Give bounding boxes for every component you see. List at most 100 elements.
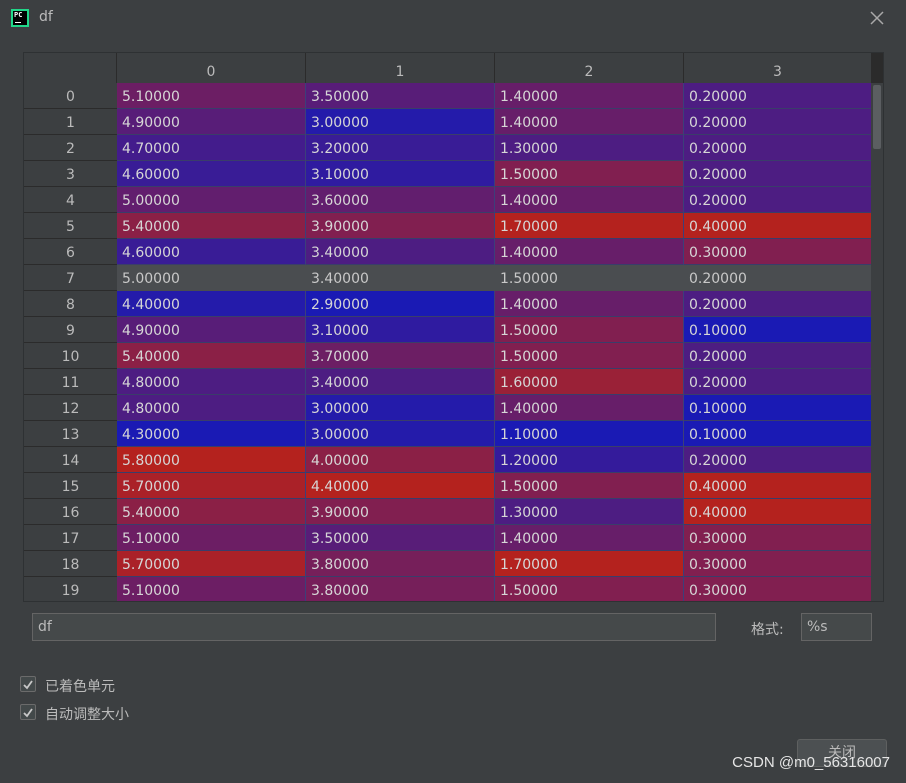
table-cell[interactable]: 3.40000 (306, 239, 495, 265)
table-cell[interactable]: 0.20000 (684, 369, 872, 395)
table-cell[interactable]: 1.50000 (495, 265, 684, 291)
vertical-scrollbar[interactable] (871, 83, 883, 601)
table-cell[interactable]: 5.10000 (117, 83, 306, 109)
table-cell[interactable]: 5.00000 (117, 187, 306, 213)
table-cell[interactable]: 1.40000 (495, 291, 684, 317)
close-icon[interactable] (868, 9, 886, 27)
table-cell[interactable]: 1.50000 (495, 343, 684, 369)
table-cell[interactable]: 1.20000 (495, 447, 684, 473)
table-cell[interactable]: 3.90000 (306, 499, 495, 525)
format-input[interactable] (801, 613, 872, 641)
colored-cells-option[interactable]: 已着色单元 (20, 676, 150, 695)
table-cell[interactable]: 4.60000 (117, 161, 306, 187)
table-cell[interactable]: 1.70000 (495, 213, 684, 239)
table-row[interactable]: 18 5.70000 3.80000 1.70000 0.30000 (24, 551, 872, 577)
table-cell[interactable]: 1.10000 (495, 421, 684, 447)
table-cell[interactable]: 4.70000 (117, 135, 306, 161)
table-row[interactable]: 10 5.40000 3.70000 1.50000 0.20000 (24, 343, 872, 369)
table-cell[interactable]: 3.00000 (306, 395, 495, 421)
table-cell[interactable]: 0.20000 (684, 161, 872, 187)
table-cell[interactable]: 1.50000 (495, 577, 684, 601)
table-cell[interactable]: 5.70000 (117, 473, 306, 499)
table-row[interactable]: 12 4.80000 3.00000 1.40000 0.10000 (24, 395, 872, 421)
table-row[interactable]: 8 4.40000 2.90000 1.40000 0.20000 (24, 291, 872, 317)
table-cell[interactable]: 0.30000 (684, 525, 872, 551)
table-cell[interactable]: 1.30000 (495, 499, 684, 525)
table-cell[interactable]: 0.20000 (684, 83, 872, 109)
table-cell[interactable]: 0.30000 (684, 239, 872, 265)
table-cell[interactable]: 4.30000 (117, 421, 306, 447)
table-cell[interactable]: 1.50000 (495, 161, 684, 187)
table-cell[interactable]: 3.80000 (306, 551, 495, 577)
table-cell[interactable]: 4.80000 (117, 395, 306, 421)
table-cell[interactable]: 4.90000 (117, 317, 306, 343)
table-cell[interactable]: 2.90000 (306, 291, 495, 317)
colored-cells-checkbox[interactable] (20, 676, 36, 692)
table-cell[interactable]: 5.70000 (117, 551, 306, 577)
table-cell[interactable]: 3.40000 (306, 265, 495, 291)
column-header[interactable]: 2 (495, 53, 684, 83)
table-cell[interactable]: 1.50000 (495, 317, 684, 343)
table-cell[interactable]: 0.40000 (684, 213, 872, 239)
table-cell[interactable]: 0.30000 (684, 551, 872, 577)
table-cell[interactable]: 5.40000 (117, 213, 306, 239)
table-cell[interactable]: 4.40000 (117, 291, 306, 317)
auto-resize-checkbox[interactable] (20, 704, 36, 720)
table-cell[interactable]: 0.10000 (684, 421, 872, 447)
table-cell[interactable]: 1.40000 (495, 83, 684, 109)
table-row[interactable]: 17 5.10000 3.50000 1.40000 0.30000 (24, 525, 872, 551)
table-cell[interactable]: 1.60000 (495, 369, 684, 395)
table-cell[interactable]: 3.00000 (306, 109, 495, 135)
table-cell[interactable]: 3.90000 (306, 213, 495, 239)
scrollbar-thumb[interactable] (873, 85, 881, 149)
table-cell[interactable]: 5.10000 (117, 525, 306, 551)
table-cell[interactable]: 5.40000 (117, 343, 306, 369)
table-cell[interactable]: 4.00000 (306, 447, 495, 473)
column-header[interactable]: 3 (684, 53, 872, 83)
table-row[interactable]: 4 5.00000 3.60000 1.40000 0.20000 (24, 187, 872, 213)
table-cell[interactable]: 3.70000 (306, 343, 495, 369)
table-row[interactable]: 6 4.60000 3.40000 1.40000 0.30000 (24, 239, 872, 265)
table-cell[interactable]: 0.20000 (684, 291, 872, 317)
table-cell[interactable]: 4.60000 (117, 239, 306, 265)
table-cell[interactable]: 0.20000 (684, 135, 872, 161)
table-cell[interactable]: 1.30000 (495, 135, 684, 161)
table-row[interactable]: 1 4.90000 3.00000 1.40000 0.20000 (24, 109, 872, 135)
table-cell[interactable]: 0.20000 (684, 343, 872, 369)
table-row[interactable]: 2 4.70000 3.20000 1.30000 0.20000 (24, 135, 872, 161)
table-cell[interactable]: 1.50000 (495, 473, 684, 499)
table-row[interactable]: 3 4.60000 3.10000 1.50000 0.20000 (24, 161, 872, 187)
table-cell[interactable]: 4.90000 (117, 109, 306, 135)
table-cell[interactable]: 1.40000 (495, 525, 684, 551)
table-cell[interactable]: 5.10000 (117, 577, 306, 601)
table-cell[interactable]: 3.50000 (306, 83, 495, 109)
table-row[interactable]: 5 5.40000 3.90000 1.70000 0.40000 (24, 213, 872, 239)
table-row[interactable]: 7 5.00000 3.40000 1.50000 0.20000 (24, 265, 872, 291)
table-cell[interactable]: 0.20000 (684, 447, 872, 473)
table-cell[interactable]: 0.10000 (684, 395, 872, 421)
table-cell[interactable]: 0.40000 (684, 473, 872, 499)
column-header[interactable]: 1 (306, 53, 495, 83)
dataframe-name-input[interactable] (32, 613, 716, 641)
table-cell[interactable]: 5.80000 (117, 447, 306, 473)
table-cell[interactable]: 1.70000 (495, 551, 684, 577)
table-row[interactable]: 9 4.90000 3.10000 1.50000 0.10000 (24, 317, 872, 343)
column-header[interactable]: 0 (117, 53, 306, 83)
table-row[interactable]: 0 5.10000 3.50000 1.40000 0.20000 (24, 83, 872, 109)
table-cell[interactable]: 3.00000 (306, 421, 495, 447)
table-cell[interactable]: 5.00000 (117, 265, 306, 291)
table-cell[interactable]: 0.20000 (684, 265, 872, 291)
table-row[interactable]: 15 5.70000 4.40000 1.50000 0.40000 (24, 473, 872, 499)
table-cell[interactable]: 3.50000 (306, 525, 495, 551)
table-cell[interactable]: 3.10000 (306, 317, 495, 343)
table-row[interactable]: 14 5.80000 4.00000 1.20000 0.20000 (24, 447, 872, 473)
table-cell[interactable]: 3.60000 (306, 187, 495, 213)
table-cell[interactable]: 0.30000 (684, 577, 872, 601)
table-cell[interactable]: 5.40000 (117, 499, 306, 525)
table-cell[interactable]: 3.40000 (306, 369, 495, 395)
table-row[interactable]: 19 5.10000 3.80000 1.50000 0.30000 (24, 577, 872, 601)
auto-resize-option[interactable]: 自动调整大小 (20, 704, 160, 723)
table-row[interactable]: 16 5.40000 3.90000 1.30000 0.40000 (24, 499, 872, 525)
table-cell[interactable]: 0.20000 (684, 187, 872, 213)
table-cell[interactable]: 0.40000 (684, 499, 872, 525)
